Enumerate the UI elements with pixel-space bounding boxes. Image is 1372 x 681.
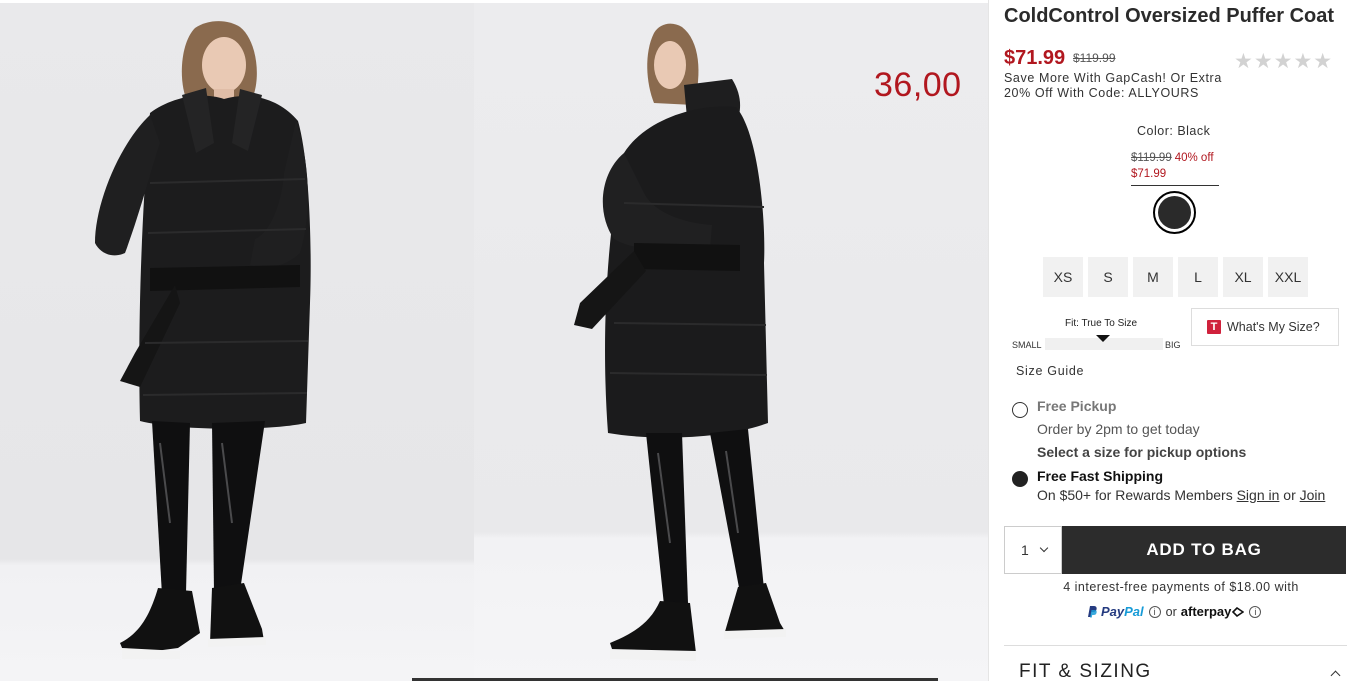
quantity-value: 1	[1021, 542, 1029, 558]
true-fit-logo-icon: T	[1207, 320, 1221, 334]
whats-my-size-button[interactable]: T What's My Size?	[1191, 308, 1339, 346]
payment-or-text: or	[1165, 604, 1177, 619]
quantity-select[interactable]: 1	[1004, 526, 1062, 574]
size-option-m[interactable]: M	[1133, 257, 1173, 297]
sale-price: $71.99	[1004, 47, 1066, 69]
add-to-bag-button[interactable]: ADD TO BAG	[1062, 526, 1346, 574]
sign-in-link[interactable]: Sign in	[1237, 487, 1280, 503]
or-text: or	[1283, 487, 1296, 503]
fit-big-label: BIG	[1165, 340, 1181, 350]
paypal-text-b: Pal	[1124, 604, 1144, 619]
paypal-icon	[1088, 606, 1097, 618]
size-option-l[interactable]: L	[1178, 257, 1218, 297]
join-link[interactable]: Join	[1300, 487, 1326, 503]
chevron-up-icon[interactable]	[1330, 670, 1341, 681]
shipping-subtitle: On $50+ for Rewards Members Sign in or J…	[1037, 487, 1325, 503]
swatch-discount: 40% off	[1174, 152, 1214, 164]
rating-stars[interactable]: ★★★★★	[1234, 49, 1333, 74]
fit-indicator-icon	[1096, 335, 1110, 342]
size-option-s[interactable]: S	[1088, 257, 1128, 297]
shipping-subtitle-text: On $50+ for Rewards Members	[1037, 487, 1233, 503]
fit-title: Fit: True To Size	[1065, 318, 1138, 329]
afterpay-arrows-icon	[1232, 606, 1245, 617]
swatch-original-price: $119.99	[1131, 152, 1172, 164]
product-image-front[interactable]	[0, 3, 474, 681]
shipping-radio[interactable]	[1012, 471, 1028, 487]
paypal-logo[interactable]: Pay Pal	[1087, 604, 1144, 619]
paypal-info-icon[interactable]: i	[1148, 605, 1161, 618]
installments-text: 4 interest-free payments of $18.00 with	[1063, 580, 1299, 594]
color-label: Color: Black	[1137, 124, 1211, 138]
size-option-xxl[interactable]: XXL	[1268, 257, 1308, 297]
chevron-down-icon	[1039, 543, 1049, 553]
overlay-price-label: 36,00	[874, 66, 962, 104]
pickup-note: Select a size for pickup options	[1037, 444, 1247, 460]
fit-sizing-accordion-title[interactable]: FIT & SIZING	[1019, 661, 1152, 681]
promo-text: Save More With GapCash! Or Extra 20% Off…	[1004, 71, 1222, 100]
product-title: ColdControl Oversized Puffer Coat	[1004, 5, 1335, 27]
swatch-sale-price: $71.99	[1131, 168, 1167, 180]
fit-small-label: SMALL	[1012, 340, 1042, 350]
model-front-illustration	[95, 21, 311, 659]
pickup-subtitle: Order by 2pm to get today	[1037, 421, 1200, 437]
pickup-radio[interactable]	[1012, 402, 1028, 418]
size-option-xl[interactable]: XL	[1223, 257, 1263, 297]
original-price: $119.99	[1073, 51, 1116, 65]
payment-options: Pay Pal i or afterpay i	[1087, 604, 1266, 619]
size-option-xs[interactable]: XS	[1043, 257, 1083, 297]
size-selector: XS S M L XL XXL	[1043, 257, 1308, 297]
shipping-title: Free Fast Shipping	[1037, 468, 1164, 484]
pickup-title: Free Pickup	[1037, 398, 1117, 414]
section-divider	[1004, 645, 1347, 646]
product-page: 36,00 ColdControl Oversized Puffer Coat …	[0, 0, 1372, 681]
afterpay-logo[interactable]: afterpay	[1181, 604, 1232, 619]
swatch-fill	[1158, 196, 1191, 229]
swatch-price-block: $119.99 40% off $71.99	[1131, 150, 1219, 186]
paypal-text-a: Pay	[1101, 604, 1125, 619]
afterpay-info-icon[interactable]: i	[1249, 605, 1262, 618]
product-gallery: 36,00	[0, 0, 988, 681]
size-guide-link[interactable]: Size Guide	[1016, 364, 1084, 378]
color-swatch-black[interactable]	[1153, 191, 1196, 234]
whats-my-size-label: What's My Size?	[1227, 320, 1320, 334]
product-info-panel: ColdControl Oversized Puffer Coat $71.99…	[988, 0, 1372, 681]
